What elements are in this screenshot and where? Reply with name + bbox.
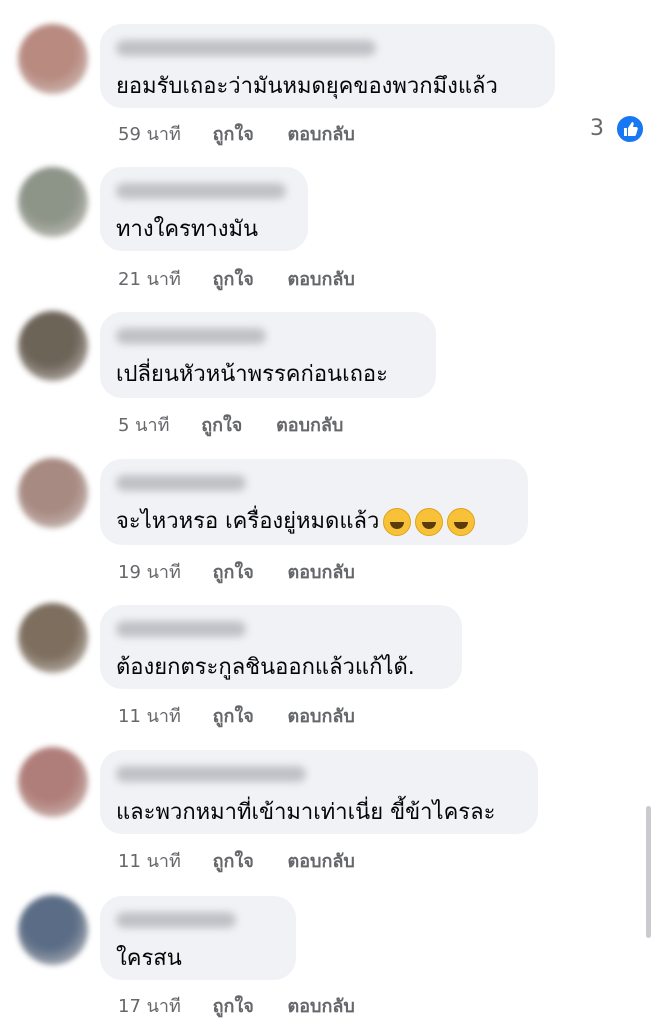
comment-bubble[interactable]: ยอมรับเถอะว่ามันหมดยุคของพวกมึงแล้ว	[100, 24, 555, 108]
comment-text: ทางใครทางมัน	[116, 217, 259, 242]
comment-bubble[interactable]: ทางใครทางมัน	[100, 167, 308, 251]
comment-text: ใครสน	[116, 946, 182, 971]
comment-time[interactable]: 11 นาที	[118, 846, 181, 875]
author-name-blurred	[116, 621, 246, 637]
author-name-blurred	[116, 475, 246, 491]
comment-text: ต้องยกตระกูลชินออกแล้วแก้ได้.	[116, 655, 415, 680]
like-button[interactable]: ถูกใจ	[213, 119, 254, 148]
comment-bubble[interactable]: เปลี่ยนหัวหน้าพรรคก่อนเถอะ	[100, 312, 436, 398]
comment-bubble[interactable]: จะไหวหรอ เครื่องยู่หมดแล้ว	[100, 459, 528, 545]
reply-button[interactable]: ตอบกลับ	[276, 410, 343, 439]
comment-bubble[interactable]: และพวกหมาที่เข้ามาเท่าเนี่ย ขี้ข้าไครละ	[100, 750, 538, 834]
comment-meta: 11 นาที ถูกใจ ตอบกลับ	[118, 846, 355, 875]
comment-time[interactable]: 5 นาที	[118, 410, 169, 439]
comment-text: ยอมรับเถอะว่ามันหมดยุคของพวกมึงแล้ว	[116, 74, 498, 99]
comment-meta: 5 นาที ถูกใจ ตอบกลับ	[118, 410, 343, 439]
comment-text-body: จะไหวหรอ เครื่องยู่หมดแล้ว	[116, 509, 380, 534]
avatar[interactable]	[18, 747, 88, 817]
like-button[interactable]: ถูกใจ	[213, 264, 254, 293]
comment-time[interactable]: 19 นาที	[118, 557, 181, 586]
author-name-blurred	[116, 766, 306, 782]
reply-button[interactable]: ตอบกลับ	[288, 264, 355, 293]
avatar[interactable]	[18, 603, 88, 673]
avatar[interactable]	[18, 458, 88, 528]
reply-button[interactable]: ตอบกลับ	[288, 846, 355, 875]
comment-text: จะไหวหรอ เครื่องยู่หมดแล้ว	[116, 503, 476, 538]
comment-meta: 11 นาที ถูกใจ ตอบกลับ	[118, 701, 355, 730]
comment-meta: 19 นาที ถูกใจ ตอบกลับ	[118, 557, 355, 586]
scrollbar[interactable]	[646, 806, 651, 938]
rofl-emoji-icon	[447, 508, 476, 536]
comment-bubble[interactable]: ต้องยกตระกูลชินออกแล้วแก้ได้.	[100, 605, 462, 689]
rofl-emoji-icon	[383, 508, 412, 536]
author-name-blurred	[116, 328, 266, 344]
rofl-emoji-icon	[415, 508, 444, 536]
reply-button[interactable]: ตอบกลับ	[288, 991, 355, 1020]
comment-time[interactable]: 21 นาที	[118, 264, 181, 293]
comment-bubble[interactable]: ใครสน	[100, 896, 296, 980]
reply-button[interactable]: ตอบกลับ	[288, 701, 355, 730]
comment-time[interactable]: 59 นาที	[118, 119, 181, 148]
like-button[interactable]: ถูกใจ	[213, 846, 254, 875]
comment-meta: 17 นาที ถูกใจ ตอบกลับ	[118, 991, 355, 1020]
comment-time[interactable]: 11 นาที	[118, 701, 181, 730]
like-button[interactable]: ถูกใจ	[213, 991, 254, 1020]
avatar[interactable]	[18, 24, 88, 94]
reply-button[interactable]: ตอบกลับ	[288, 557, 355, 586]
author-name-blurred	[116, 912, 236, 928]
comment-meta: 21 นาที ถูกใจ ตอบกลับ	[118, 264, 355, 293]
reaction-count: 3	[590, 116, 604, 141]
comment-text: และพวกหมาที่เข้ามาเท่าเนี่ย ขี้ข้าไครละ	[116, 800, 496, 825]
like-button[interactable]: ถูกใจ	[213, 701, 254, 730]
author-name-blurred	[116, 40, 376, 56]
like-button[interactable]: ถูกใจ	[213, 557, 254, 586]
like-button[interactable]: ถูกใจ	[201, 410, 242, 439]
avatar[interactable]	[18, 895, 88, 965]
comment-time[interactable]: 17 นาที	[118, 991, 181, 1020]
reaction-summary[interactable]: 3	[590, 114, 645, 144]
author-name-blurred	[116, 183, 286, 199]
like-reaction-icon	[615, 114, 645, 144]
avatar[interactable]	[18, 167, 88, 237]
comment-text: เปลี่ยนหัวหน้าพรรคก่อนเถอะ	[116, 362, 388, 387]
reply-button[interactable]: ตอบกลับ	[288, 119, 355, 148]
comment-meta: 59 นาที ถูกใจ ตอบกลับ	[118, 119, 355, 148]
avatar[interactable]	[18, 311, 88, 381]
